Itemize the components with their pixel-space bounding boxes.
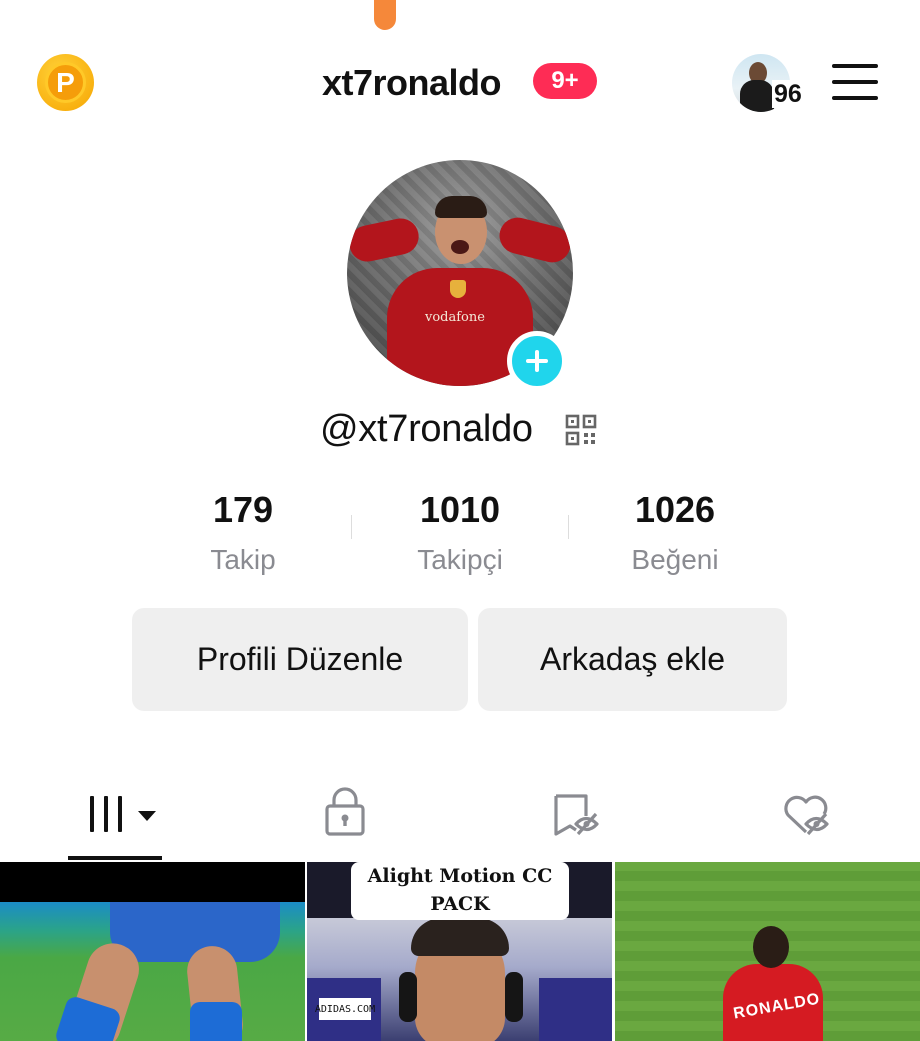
tab-private[interactable]	[265, 780, 425, 862]
add-photo-button[interactable]	[507, 331, 567, 391]
stat-label: Beğeni	[631, 544, 719, 575]
sponsor-board: ADIDAS.COM	[315, 998, 375, 1020]
notification-badge[interactable]: 9+	[533, 63, 597, 99]
friend-count: 96	[772, 80, 804, 108]
video-thumbnail[interactable]	[0, 862, 305, 1041]
edit-profile-button[interactable]: Profili Düzenle	[132, 608, 468, 711]
tab-liked[interactable]	[726, 780, 886, 862]
saved-hidden-icon	[554, 794, 599, 836]
stat-value: 1010	[419, 489, 501, 530]
status-bar	[0, 0, 920, 30]
tab-saved[interactable]	[496, 780, 656, 862]
stat-value: 1026	[634, 489, 716, 530]
lock-icon	[325, 787, 365, 836]
liked-hidden-icon	[784, 795, 829, 836]
video-thumbnail[interactable]: ADIDAS.COM Alight Motion CC PACK	[307, 862, 612, 1041]
videos-grid-icon	[90, 796, 156, 832]
video-grid: ADIDAS.COM Alight Motion CC PACK RONALDO	[0, 862, 920, 1041]
tab-videos[interactable]	[40, 780, 200, 862]
qr-code-icon[interactable]	[565, 414, 597, 446]
profile-stats: 179 Takip 1010 Takipçi 1026 Beğeni	[135, 488, 785, 588]
page-title[interactable]: xt7ronaldo	[322, 62, 502, 104]
stat-followers[interactable]: 1010 Takipçi	[352, 488, 568, 576]
stat-label: Takipçi	[417, 544, 503, 575]
active-tab-indicator	[68, 856, 162, 860]
stat-label: Takip	[210, 544, 276, 575]
stat-value: 179	[212, 489, 274, 530]
top-bar: P xt7ronaldo 9+ 96	[0, 50, 920, 114]
coin-letter: P	[45, 62, 86, 103]
add-friend-button[interactable]: Arkadaş ekle	[478, 608, 787, 711]
profile-handle: @xt7ronaldo	[320, 408, 533, 450]
status-icons	[622, 0, 872, 2]
stat-likes[interactable]: 1026 Beğeni	[567, 488, 783, 576]
video-thumbnail[interactable]: RONALDO	[615, 862, 920, 1041]
content-tabs	[0, 780, 920, 862]
video-caption: Alight Motion CC PACK	[351, 862, 569, 920]
coin-icon[interactable]: P	[37, 54, 94, 111]
swipe-indicator	[374, 0, 396, 30]
menu-icon[interactable]	[832, 64, 878, 100]
stat-following[interactable]: 179 Takip	[135, 488, 351, 576]
